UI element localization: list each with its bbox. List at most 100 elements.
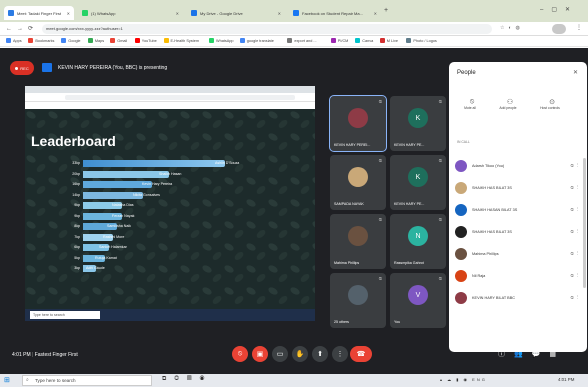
participant-tile[interactable]: ⦸ Mahima Phillips xyxy=(330,214,386,269)
bookmark-item[interactable]: Apps xyxy=(6,38,22,43)
participant-tile[interactable]: ⦸ 25 others xyxy=(330,273,386,328)
raise-hand-button[interactable]: ✋ xyxy=(292,346,308,362)
bookmark-icon xyxy=(379,38,385,43)
mute-all-button[interactable]: ⦸ Mute all xyxy=(463,98,481,110)
browser-tab-whatsapp[interactable]: (1) WhatsApp ✕ xyxy=(78,6,183,20)
participant-actions-icon[interactable]: ⦸⋮ xyxy=(570,163,581,169)
extension-icons[interactable]: ☆◐◍ xyxy=(500,25,524,31)
bookmark-item[interactable]: Gmail xyxy=(110,38,127,43)
mic-muted-icon: ⦸ xyxy=(438,99,442,105)
bookmark-item[interactable]: YouTube xyxy=(134,38,157,43)
participant-actions-icon[interactable]: ⦸⋮ xyxy=(570,207,581,213)
system-tray[interactable]: ▴ ☁ ▮ ◉ ENG xyxy=(440,377,487,382)
bookmark-item[interactable]: Bookmarks xyxy=(28,38,54,43)
leaderboard-score: 3kp xyxy=(74,266,80,270)
participant-row[interactable]: SHAIKH HAS BILAT 3S ⦸⋮ xyxy=(455,222,581,242)
bookmark-item[interactable]: PI/CM xyxy=(330,38,348,43)
participant-tile[interactable]: ⦸ KEVIN HARY PEREI... xyxy=(329,95,387,152)
close-panel-icon[interactable]: ✕ xyxy=(573,69,578,76)
participant-tile[interactable]: ⦸ SAMPADA NAYAK xyxy=(330,155,386,210)
facebook-favicon xyxy=(293,10,299,16)
profile-avatar[interactable] xyxy=(552,24,566,34)
more-vert-icon: ⋮ xyxy=(336,351,344,358)
participant-actions-icon[interactable]: ⦸⋮ xyxy=(570,295,581,301)
host-controls-button[interactable]: ⊙ Host controls xyxy=(540,98,563,110)
windows-taskbar: ⊞ ⌕ Type here to search ⧉◎▤◉ ▴ ☁ ▮ ◉ ENG… xyxy=(0,374,588,387)
bookmark-icon xyxy=(163,38,169,43)
bookmark-item[interactable]: Photo / Logos xyxy=(406,38,437,43)
new-tab-button[interactable]: + xyxy=(384,7,388,14)
leave-call-button[interactable]: ☎ xyxy=(350,346,372,362)
avatar xyxy=(455,160,467,172)
participant-name: SHAIKH HAS BILAT 3S xyxy=(472,186,512,190)
browser-tab-facebook[interactable]: Facebook on Student Repair Ma... ✕ xyxy=(289,6,381,20)
mic-off-button[interactable]: ⦸ xyxy=(232,346,248,362)
participant-tile[interactable]: K ⦸ KEVIN HARY PE... xyxy=(390,96,446,151)
captions-button[interactable]: ▭ xyxy=(272,346,288,362)
bookmark-icon xyxy=(6,38,11,43)
close-icon[interactable]: ✕ xyxy=(67,11,70,16)
tile-label: Rassmpika Gahrot xyxy=(394,261,424,265)
add-person-icon: ⚇ xyxy=(506,99,514,106)
present-now-button[interactable]: ⬆ xyxy=(312,346,328,362)
avatar xyxy=(455,292,467,304)
leaderboard-name: Nikita Gonsalves xyxy=(133,192,160,197)
close-icon[interactable]: ✕ xyxy=(374,11,377,16)
participant-name: Mahima Phillips xyxy=(472,252,499,256)
bookmark-icon xyxy=(209,38,214,43)
participant-name: Nil Raja xyxy=(472,274,486,278)
bookmark-item[interactable]: google translate xyxy=(239,38,274,43)
panel-scrollbar[interactable] xyxy=(583,158,586,288)
nav-buttons[interactable]: ←→⟳ xyxy=(6,25,38,32)
close-icon[interactable]: ✕ xyxy=(176,11,179,16)
more-options-button[interactable]: ⋮ xyxy=(332,346,348,362)
bookmark-item[interactable]: WhatsApp xyxy=(209,38,234,43)
participant-actions-icon[interactable]: ⦸⋮ xyxy=(570,229,581,235)
leaderboard-name: Shaikh Hasan xyxy=(159,171,182,176)
participant-tile[interactable]: N ⦸ Rassmpika Gahrot xyxy=(390,214,446,269)
participant-name: KEVIN HARY BILAT BBC xyxy=(472,296,515,300)
shared-address-bar xyxy=(25,93,315,102)
window-controls[interactable]: –▢✕ xyxy=(540,6,578,13)
bookmark-item[interactable]: E-Health System xyxy=(163,38,199,43)
close-icon[interactable]: ✕ xyxy=(278,11,281,16)
bookmark-item[interactable]: export and ... xyxy=(287,38,317,43)
avatar: V xyxy=(408,285,428,305)
participant-row[interactable]: Mahima Phillips ⦸⋮ xyxy=(455,244,581,264)
windows-start-icon[interactable]: ⊞ xyxy=(4,376,10,384)
drive-favicon xyxy=(191,10,197,16)
browser-menu-icon[interactable]: ⋮ xyxy=(576,24,582,31)
add-people-button[interactable]: ⚇ Add people xyxy=(499,98,519,110)
participant-row[interactable]: KEVIN HARY BILAT BBC ⦸⋮ xyxy=(455,288,581,308)
url-field[interactable]: meet.google.com/xxx-yyyy-zzz?authuser=1 xyxy=(42,24,492,34)
meeting-time: 4:01 PM xyxy=(12,352,31,358)
participant-tile[interactable]: K ⦸ KEVIN HARY PE... xyxy=(390,155,446,210)
camera-off-button[interactable]: ▣ xyxy=(252,346,268,362)
mic-muted-icon: ⦸ xyxy=(438,276,442,282)
participant-name: Adarsh Tikoo (You) xyxy=(472,164,505,168)
end-call-icon: ☎ xyxy=(356,351,366,358)
shared-url-field xyxy=(65,95,295,100)
browser-tab-meet[interactable]: Meet: Tadaki Finger First ✕ xyxy=(4,6,74,20)
bookmark-item[interactable]: Google xyxy=(61,38,81,43)
participant-actions-icon[interactable]: ⦸⋮ xyxy=(570,251,581,257)
participant-row[interactable]: SHAIKH HASAN BILAT 3S ⦸⋮ xyxy=(455,200,581,220)
bookmark-item[interactable]: Maps xyxy=(87,38,104,43)
participant-row[interactable]: Adarsh Tikoo (You) ⦸⋮ xyxy=(455,156,581,176)
hand-icon: ✋ xyxy=(295,351,305,358)
participant-actions-icon[interactable]: ⦸⋮ xyxy=(570,185,581,191)
participant-row[interactable]: SHAIKH HAS BILAT 3S ⦸⋮ xyxy=(455,178,581,198)
browser-tab-drive[interactable]: My Drive - Google Drive ✕ xyxy=(187,6,285,20)
participant-tile[interactable]: V ⦸ You xyxy=(390,273,446,328)
taskbar-search[interactable]: ⌕ Type here to search xyxy=(22,375,152,386)
taskbar-app-icons[interactable]: ⧉◎▤◉ xyxy=(162,376,212,383)
bookmark-item[interactable]: Canva xyxy=(355,38,373,43)
leaderboard-name: Ashlin D'Souza xyxy=(215,161,240,165)
leaderboard-score: 14kp xyxy=(72,192,80,197)
bookmark-item[interactable]: M Live xyxy=(379,38,398,43)
avatar: K xyxy=(408,167,428,187)
participant-actions-icon[interactable]: ⦸⋮ xyxy=(570,273,581,279)
bookmark-icon xyxy=(134,38,140,43)
bookmark-icon xyxy=(61,38,67,43)
participant-row[interactable]: Nil Raja ⦸⋮ xyxy=(455,266,581,286)
